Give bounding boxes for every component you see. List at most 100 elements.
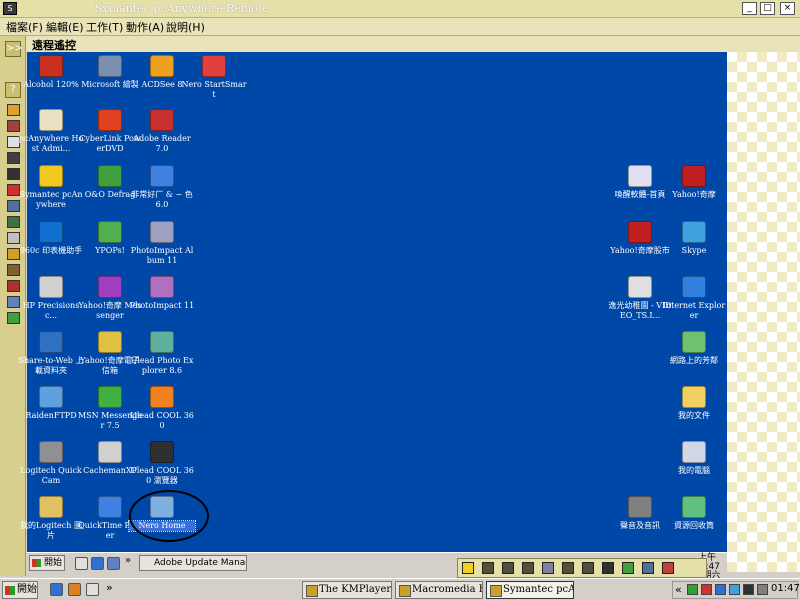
desktop-icon[interactable]: Skype: [661, 221, 727, 256]
desktop-icon[interactable]: Ulead COOL 360 瀏覽器: [129, 441, 195, 486]
print-icon[interactable]: [7, 264, 20, 276]
desktop-icon[interactable]: PhotoImpact Album 11: [129, 221, 195, 266]
panel-title: 遠程遙控: [32, 39, 76, 52]
desktop-icon[interactable]: Internet Explorer: [661, 276, 727, 321]
quicklaunch-more-icon[interactable]: »: [106, 581, 113, 594]
app-icon: [150, 165, 174, 187]
desktop-icon[interactable]: Alcohol 120%: [18, 55, 84, 90]
toolbar-keyboard-icon[interactable]: [482, 562, 494, 574]
menu-edit[interactable]: 編輯(E): [46, 19, 84, 35]
highlight-circle: [129, 490, 209, 542]
minimize-button[interactable]: _: [742, 2, 757, 15]
desktop-icon[interactable]: RaidenFTPD: [18, 386, 84, 421]
app-icon: [39, 221, 63, 243]
desktop-icon[interactable]: 非常好厂 & ~ 色6.0: [129, 165, 195, 210]
desktop-icon[interactable]: 我的文件: [661, 386, 727, 421]
desktop-icon-label: 960c 印表機助手: [19, 246, 83, 255]
desktop-icon-label: Yahoo!奇摩: [672, 190, 716, 199]
desktop-icon[interactable]: Adobe Reader 7.0: [129, 109, 195, 154]
desktop-icon-label: 網路上的芳鄰: [670, 356, 718, 365]
desktop-icon[interactable]: pcAnywhere Host Admi...: [18, 109, 84, 154]
toolbar-transfer-icon[interactable]: [602, 562, 614, 574]
desktop-icon[interactable]: Ulead COOL 360: [129, 386, 195, 431]
app-icon: [39, 441, 63, 463]
task-kmplayer[interactable]: The KMPlayer: [302, 581, 392, 599]
app-icon: [98, 441, 122, 463]
tray-icon-2[interactable]: [701, 584, 712, 595]
app-icon: [39, 55, 63, 77]
desktop-icon[interactable]: PhotoImpact 11: [129, 276, 195, 311]
close-button[interactable]: ×: [780, 2, 795, 15]
tray-icon-3[interactable]: [715, 584, 726, 595]
app-icon: [98, 386, 122, 408]
tray-icon-6[interactable]: [757, 584, 768, 595]
taskbar: 開始 » The KMPlayer Macromedia Fir... Syma…: [0, 578, 800, 600]
app-icon: [202, 55, 226, 77]
tray-icon-5[interactable]: [743, 584, 754, 595]
toolbar-screen-icon[interactable]: [642, 562, 654, 574]
desktop-quicklaunch-icon[interactable]: [86, 583, 99, 596]
app-icon: [39, 386, 63, 408]
toolbar-file-icon[interactable]: [462, 562, 474, 574]
task-pcanywhere[interactable]: Symantec pcAn...: [486, 581, 574, 599]
app-icon: [682, 165, 706, 187]
desktop-icon[interactable]: 網路上的芳鄰: [661, 331, 727, 366]
desktop-icon-label: Share-to-Web 上載資料夾: [18, 356, 84, 375]
app-icon: [150, 221, 174, 243]
desktop-icon[interactable]: Share-to-Web 上載資料夾: [18, 331, 84, 376]
desktop-icon-label: pcAnywhere Host Admi...: [18, 134, 84, 153]
desktop-icon[interactable]: 我的Logitech 圖片: [18, 496, 84, 541]
remote-quicklaunch-icon[interactable]: [75, 557, 88, 570]
remote-task-adobe-update[interactable]: Adobe Update Manager: [139, 555, 247, 571]
desktop-icon-label: Symantec pcAnywhere: [19, 190, 83, 209]
desktop-icon[interactable]: 我的電腦: [661, 441, 727, 476]
desktop-icon[interactable]: Logitech QuickCam: [18, 441, 84, 486]
remote-ie-icon[interactable]: [91, 557, 104, 570]
toolbar-end-session-icon[interactable]: [662, 562, 674, 574]
app-icon: [39, 109, 63, 131]
desktop-icon[interactable]: 資源回收筒: [661, 496, 727, 531]
toolbar-refresh-icon[interactable]: [622, 562, 634, 574]
desktop-icon[interactable]: HP Precisionsc...: [18, 276, 84, 321]
task-macromedia[interactable]: Macromedia Fir...: [395, 581, 483, 599]
menu-actions[interactable]: 動作(A): [126, 19, 164, 35]
app-icon: [628, 221, 652, 243]
tray-icon-1[interactable]: [687, 584, 698, 595]
menu-help[interactable]: 說明(H): [166, 19, 205, 35]
toolbar-monitor-icon[interactable]: [502, 562, 514, 574]
desktop-icon[interactable]: Symantec pcAnywhere: [18, 165, 84, 210]
tray-expand-icon[interactable]: «: [675, 583, 682, 596]
maximize-button[interactable]: □: [760, 2, 775, 15]
desktop-icon-label: HP Precisionsc...: [22, 301, 80, 320]
remote-desktop-icon[interactable]: [107, 557, 120, 570]
toolbar-camera-icon[interactable]: [562, 562, 574, 574]
desktop-icon-label: Internet Explorer: [662, 301, 726, 320]
remote-start-button[interactable]: 開始: [29, 555, 65, 571]
menu-tasks[interactable]: 工作(T): [86, 19, 123, 35]
desktop-icon-label: PhotoImpact 11: [129, 301, 195, 310]
desktop-icon-label: PhotoImpact Album 11: [130, 246, 194, 265]
desktop-icon-label: Nero StartSmart: [181, 80, 247, 99]
toolbar-help-icon[interactable]: [582, 562, 594, 574]
title-bar: S Symantec pcAnywhere Remote _ □ ×: [0, 0, 800, 18]
desktop-icon[interactable]: Nero StartSmart: [181, 55, 247, 100]
ie-quicklaunch-icon[interactable]: [50, 583, 63, 596]
toolbar-chat-icon[interactable]: [522, 562, 534, 574]
app-icon: [150, 441, 174, 463]
menu-file[interactable]: 檔案(F): [6, 19, 43, 35]
desktop-icon[interactable]: 960c 印表機助手: [18, 221, 84, 256]
remote-more-icon[interactable]: »: [125, 555, 131, 566]
desktop-icon-label: 我的文件: [678, 411, 710, 420]
desktop-icon-label: Ulead Photo Explorer 8.6: [130, 356, 194, 375]
app-icon: [98, 55, 122, 77]
app-icon: [628, 496, 652, 518]
app-icon: [150, 276, 174, 298]
desktop-icon[interactable]: Ulead Photo Explorer 8.6: [129, 331, 195, 376]
pcanywhere-icon[interactable]: S: [3, 2, 17, 15]
desktop-icon[interactable]: Yahoo!奇摩: [661, 165, 727, 200]
toolbar-ctrl-alt-del-icon[interactable]: [542, 562, 554, 574]
tray-icon-4[interactable]: [729, 584, 740, 595]
app-icon: [39, 276, 63, 298]
firefox-quicklaunch-icon[interactable]: [68, 583, 81, 596]
start-button[interactable]: 開始: [2, 581, 38, 599]
